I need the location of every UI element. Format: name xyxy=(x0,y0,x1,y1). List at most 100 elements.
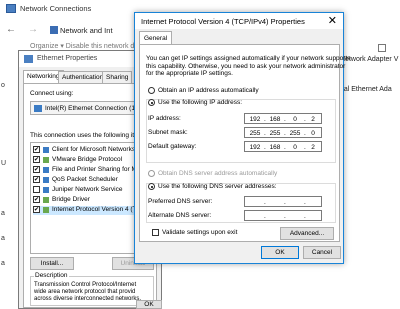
protocol-icon xyxy=(43,207,49,213)
subnet-mask-row: Subnet mask: 255 . 255 . 255 . 0 xyxy=(148,127,328,138)
intro-line: You can get IP settings assigned automat… xyxy=(146,55,351,62)
item-checkbox[interactable] xyxy=(33,186,40,193)
ip-dot: . xyxy=(284,116,286,123)
alternate-dns-label: Alternate DNS server: xyxy=(148,212,212,219)
alternate-dns-row: Alternate DNS server: . . . xyxy=(148,210,328,221)
items-label: This connection uses the following items… xyxy=(30,132,149,139)
description-line: across diverse interconnected networks. xyxy=(34,296,142,302)
ip-octet[interactable]: 2 xyxy=(305,144,321,151)
item-label: QoS Packet Scheduler xyxy=(52,176,118,183)
close-icon[interactable]: ✕ xyxy=(328,14,337,27)
ethernet-ok-button[interactable]: OK xyxy=(136,300,162,309)
connect-using-label: Connect using: xyxy=(30,90,74,97)
ok-button[interactable]: OK xyxy=(261,246,299,259)
ip-octet[interactable]: 0 xyxy=(305,130,321,137)
tab-general[interactable]: General xyxy=(139,31,173,44)
obtain-ip-auto-radio[interactable] xyxy=(148,87,155,94)
item-checkbox[interactable]: ✔ xyxy=(33,166,40,173)
item-label: Bridge Driver xyxy=(52,196,90,203)
item-checkbox[interactable]: ✔ xyxy=(33,156,40,163)
ipv4-dialog-title: Internet Protocol Version 4 (TCP/IPv4) P… xyxy=(141,17,305,26)
use-following-dns-radio[interactable] xyxy=(148,183,155,190)
ip-octet[interactable]: 192 xyxy=(247,116,263,123)
cancel-button[interactable]: Cancel xyxy=(303,246,341,259)
ip-dot: . xyxy=(284,144,286,151)
item-label: Juniper Network Service xyxy=(52,186,123,193)
validate-settings-checkbox[interactable] xyxy=(152,229,159,236)
ip-octet[interactable]: 168 xyxy=(267,144,283,151)
default-gateway-label: Default gateway: xyxy=(148,143,197,150)
description-line: wide area network protocol that provid xyxy=(34,289,136,295)
ip-dot: . xyxy=(264,199,266,206)
view-options-icon[interactable] xyxy=(378,44,386,52)
description-title: Description xyxy=(34,272,69,279)
protocol-icon xyxy=(43,157,49,163)
left-fragment: o xyxy=(1,82,5,89)
ip-octet[interactable]: 0 xyxy=(287,144,303,151)
adapter-name: Intel(R) Ethernet Connection (13) I2 xyxy=(45,105,148,112)
use-following-dns-label: Use the following DNS server addresses: xyxy=(158,183,277,190)
ip-octet[interactable]: 2 xyxy=(305,116,321,123)
ip-address-input[interactable]: 192 . 168 . 0 . 2 xyxy=(244,113,322,124)
item-checkbox[interactable]: ✔ xyxy=(33,206,40,213)
item-label: VMware Bridge Protocol xyxy=(52,156,123,163)
left-fragment: a xyxy=(1,210,5,217)
preferred-dns-label: Preferred DNS server: xyxy=(148,198,213,205)
ip-dot: . xyxy=(304,199,306,206)
intro-line: for the appropriate IP settings. xyxy=(146,70,233,77)
default-gateway-input[interactable]: 192 . 168 . 0 . 2 xyxy=(244,141,322,152)
obtain-dns-auto-radio[interactable] xyxy=(148,170,155,177)
ip-octet[interactable]: 0 xyxy=(287,116,303,123)
use-following-ip-label: Use the following IP address: xyxy=(158,99,243,106)
intro-text: You can get IP settings assigned automat… xyxy=(146,55,351,78)
forward-arrow-icon[interactable]: → xyxy=(28,24,38,35)
back-arrow-icon[interactable]: ← xyxy=(6,24,16,35)
ip-dot: . xyxy=(264,130,266,137)
tab-authentication[interactable]: Authentication xyxy=(58,71,108,83)
use-following-ip-radio[interactable] xyxy=(148,99,155,106)
obtain-dns-auto-label: Obtain DNS server address automatically xyxy=(158,170,278,177)
item-checkbox[interactable]: ✔ xyxy=(33,176,40,183)
protocol-icon xyxy=(43,197,49,203)
ethernet-icon xyxy=(24,55,33,63)
left-fragment: a xyxy=(1,260,5,267)
subnet-mask-label: Subnet mask: xyxy=(148,129,188,136)
ethernet-dialog-title: Ethernet Properties xyxy=(37,55,98,62)
ipv4-properties-dialog: Internet Protocol Version 4 (TCP/IPv4) P… xyxy=(134,12,351,264)
tab-sharing[interactable]: Sharing xyxy=(102,71,133,83)
ip-octet[interactable]: 255 xyxy=(267,130,283,137)
ip-dot: . xyxy=(264,144,266,151)
description-text: Transmission Control Protocol/Internet w… xyxy=(34,282,141,303)
validate-settings-label: Validate settings upon exit xyxy=(162,229,238,236)
service-icon xyxy=(43,177,49,183)
default-gateway-row: Default gateway: 192 . 168 . 0 . 2 xyxy=(148,141,328,152)
item-checkbox[interactable]: ✔ xyxy=(33,196,40,203)
description-line: Transmission Control Protocol/Internet xyxy=(34,282,137,288)
item-checkbox[interactable]: ✔ xyxy=(33,146,40,153)
ip-dot: . xyxy=(284,130,286,137)
adapter-desc-text: tual Ethernet Ada xyxy=(338,86,392,93)
client-icon xyxy=(43,147,49,153)
obtain-ip-auto-label: Obtain an IP address automatically xyxy=(158,87,259,94)
preferred-dns-input[interactable]: . . . xyxy=(244,196,322,207)
network-adapter-icon xyxy=(34,105,42,112)
nc-window-title: Network Connections xyxy=(20,4,92,13)
ip-dot: . xyxy=(264,116,266,123)
ip-octet[interactable]: 255 xyxy=(287,130,303,137)
alternate-dns-input[interactable]: . . . xyxy=(244,210,322,221)
preferred-dns-row: Preferred DNS server: . . . xyxy=(148,196,328,207)
general-panel: You can get IP settings assigned automat… xyxy=(139,44,351,242)
breadcrumb[interactable]: Network and Int xyxy=(60,26,113,35)
ip-dot: . xyxy=(304,213,306,220)
advanced-button[interactable]: Advanced... xyxy=(280,227,334,240)
subnet-mask-input[interactable]: 255 . 255 . 255 . 0 xyxy=(244,127,322,138)
ip-octet[interactable]: 168 xyxy=(267,116,283,123)
left-fragment: a xyxy=(1,235,5,242)
nc-left-strip: o U a a a xyxy=(0,60,18,309)
left-fragment: U xyxy=(1,160,7,167)
service-icon xyxy=(43,187,49,193)
ip-address-row: IP address: 192 . 168 . 0 . 2 xyxy=(148,113,328,124)
ip-octet[interactable]: 192 xyxy=(247,144,263,151)
install-button[interactable]: Install... xyxy=(30,257,74,270)
ip-octet[interactable]: 255 xyxy=(247,130,263,137)
